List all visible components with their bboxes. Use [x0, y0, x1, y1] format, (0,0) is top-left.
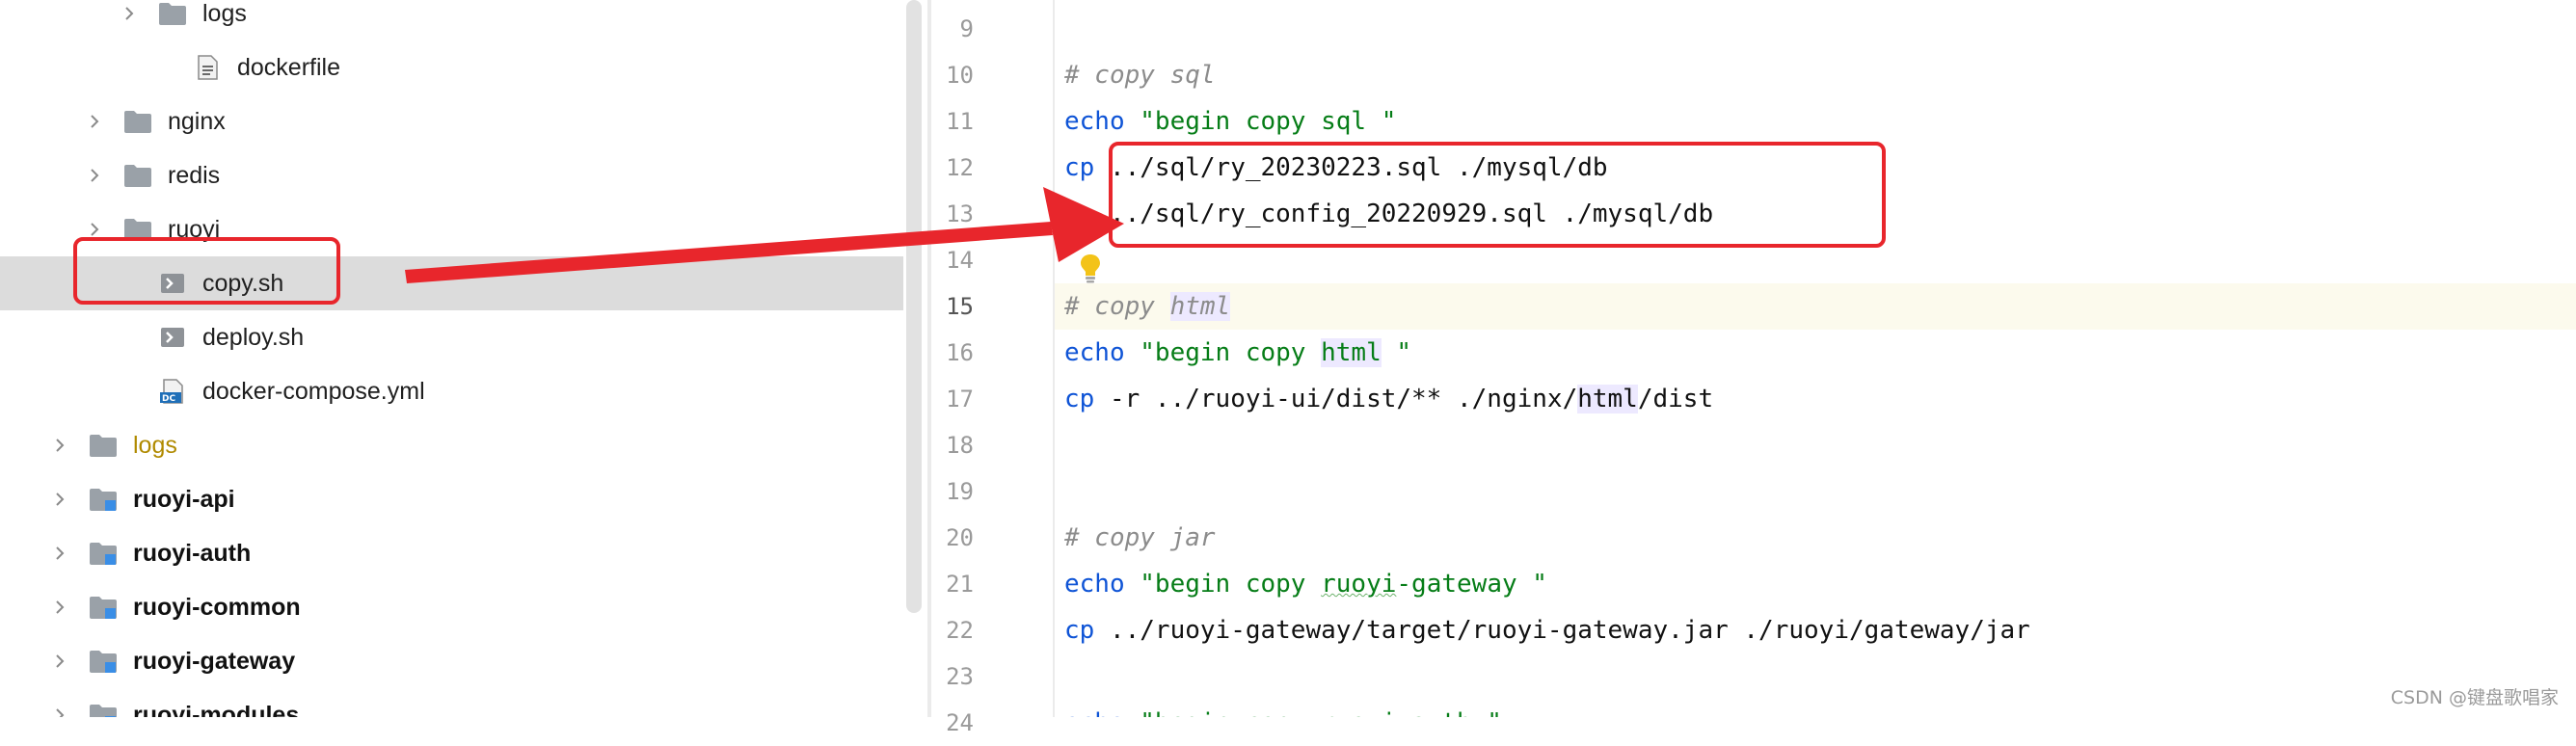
code-line[interactable]: echo "begin copy html ": [1055, 330, 2576, 376]
tree-item-deploy-sh[interactable]: deploy.sh: [0, 310, 903, 364]
code-line[interactable]: # copy sql: [1055, 52, 2576, 98]
shell-file-icon: [158, 325, 187, 350]
tree-item-ruoyi-auth[interactable]: ruoyi-auth: [0, 526, 903, 580]
line-number: 19: [946, 478, 974, 505]
tree-item-label: deploy.sh: [202, 323, 305, 351]
tree-item-nginx[interactable]: nginx: [0, 94, 903, 148]
tree-scrollbar[interactable]: [906, 0, 922, 613]
chevron-right-icon[interactable]: [52, 653, 67, 669]
tree-item-ruoyi-common[interactable]: ruoyi-common: [0, 580, 903, 634]
chevron-right-icon[interactable]: [87, 114, 102, 129]
line-number: 13: [946, 200, 974, 227]
folder-icon: [123, 109, 152, 134]
module-folder-icon: [89, 487, 118, 512]
chevron-right-icon[interactable]: [52, 707, 67, 717]
module-folder-icon: [89, 703, 118, 717]
code-line[interactable]: echo "begin copy ruoyi-auth ": [1055, 700, 2576, 717]
tree-item-label: ruoyi-api: [133, 485, 235, 513]
line-number: 17: [946, 386, 974, 413]
line-number: 20: [946, 524, 974, 551]
code-line[interactable]: [1055, 422, 2576, 468]
folder-icon: [89, 433, 118, 458]
line-number: 18: [946, 432, 974, 459]
annotation-box-copy-sh: [73, 237, 340, 305]
code-editor[interactable]: # copy sql echo "begin copy sql " cp ../sq…: [1055, 0, 2576, 717]
line-number-gutter: 9 10 11 12 13 14 15 16 17 18 19 20 21 22 23 24: [931, 0, 1055, 736]
chevron-right-icon[interactable]: [121, 6, 137, 21]
tree-item-label: redis: [168, 161, 221, 189]
tree-item-ruoyi-modules[interactable]: ruoyi-modules: [0, 688, 903, 717]
code-line[interactable]: [1055, 468, 2576, 515]
folder-icon: [123, 163, 152, 188]
chevron-right-icon[interactable]: [87, 222, 102, 237]
tree-item-ruoyi-api[interactable]: ruoyi-api: [0, 472, 903, 526]
line-number: 23: [946, 663, 974, 690]
line-number: 15: [946, 293, 974, 320]
tree-item-label: ruoyi-gateway: [133, 647, 296, 675]
tree-item-label: ruoyi-common: [133, 593, 301, 621]
line-number: 24: [946, 709, 974, 736]
code-line[interactable]: echo "begin copy ruoyi-gateway ": [1055, 561, 2576, 607]
chevron-right-icon[interactable]: [52, 438, 67, 453]
line-number: 10: [946, 62, 974, 89]
line-number: 22: [946, 617, 974, 644]
line-number: 11: [946, 108, 974, 135]
chevron-right-icon[interactable]: [87, 168, 102, 183]
line-number: 12: [946, 154, 974, 181]
tree-item-label: dockerfile: [237, 53, 340, 81]
line-number: 16: [946, 339, 974, 366]
chevron-right-icon[interactable]: [52, 546, 67, 561]
tree-item-dockerfile[interactable]: dockerfile: [0, 40, 903, 94]
module-folder-icon: [89, 541, 118, 566]
svg-text:DC: DC: [162, 394, 175, 404]
watermark: CSDN @键盘歌唱家: [2390, 687, 2559, 708]
module-folder-icon: [89, 595, 118, 620]
tree-item-logs[interactable]: logs: [0, 418, 903, 472]
annotation-box-sql-copy-lines: [1109, 142, 1886, 248]
folder-icon: [158, 1, 187, 26]
code-line[interactable]: # copy jar: [1055, 515, 2576, 561]
lightbulb-icon[interactable]: [1078, 253, 1103, 283]
code-line[interactable]: cp ../ruoyi-gateway/target/ruoyi-gateway…: [1055, 607, 2576, 653]
tree-item-label: docker-compose.yml: [202, 377, 425, 405]
tree-item-docker-compose-yml[interactable]: DC docker-compose.yml: [0, 364, 903, 418]
tree-item-label: logs: [133, 431, 177, 459]
tree-item-redis[interactable]: redis: [0, 148, 903, 202]
tree-item-label: nginx: [168, 107, 226, 135]
tree-item-label: ruoyi-modules: [133, 701, 300, 718]
line-number: 21: [946, 571, 974, 598]
chevron-right-icon[interactable]: [52, 599, 67, 615]
project-tree: logs dockerfile nginx redis ruoyi copy.sh depl…: [0, 0, 927, 717]
line-number: 14: [946, 247, 974, 274]
tree-item-ruoyi-gateway[interactable]: ruoyi-gateway: [0, 634, 903, 688]
code-line[interactable]: echo "begin copy sql ": [1055, 98, 2576, 145]
chevron-right-icon[interactable]: [52, 492, 67, 507]
code-line[interactable]: cp -r ../ruoyi-ui/dist/** ./nginx/html/d…: [1055, 376, 2576, 422]
line-number: 9: [959, 15, 974, 42]
tree-item-logs[interactable]: logs: [0, 0, 903, 40]
code-line[interactable]: # copy html: [1055, 283, 2576, 330]
tree-item-label: ruoyi-auth: [133, 539, 252, 567]
tree-item-label: logs: [202, 0, 247, 27]
code-line[interactable]: [1055, 653, 2576, 700]
file-text-icon: [193, 55, 222, 80]
module-folder-icon: [89, 649, 118, 674]
code-line[interactable]: [1055, 6, 2576, 52]
docker-compose-file-icon: DC: [158, 379, 187, 404]
